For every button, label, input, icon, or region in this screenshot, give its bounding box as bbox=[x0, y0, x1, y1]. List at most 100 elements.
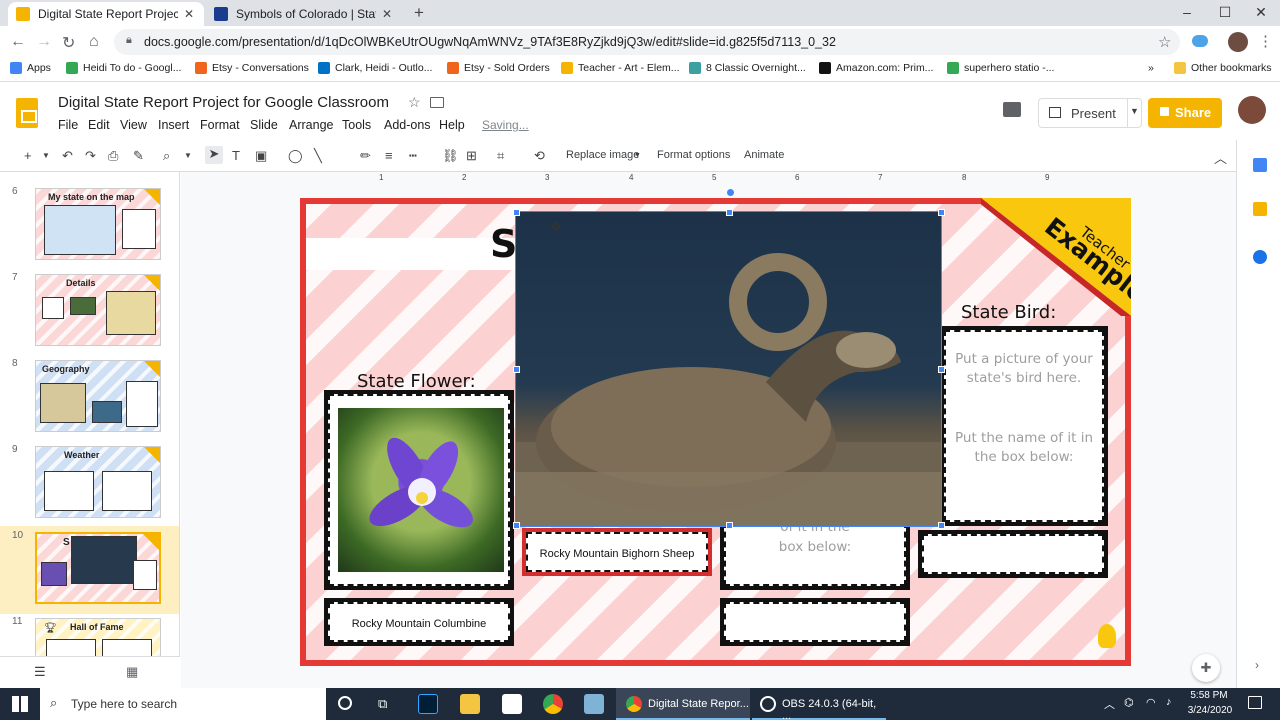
profile-avatar[interactable] bbox=[1228, 32, 1248, 52]
clock-date[interactable]: 3/24/2020 bbox=[1184, 705, 1236, 716]
clock-time[interactable]: 5:58 PM bbox=[1190, 690, 1228, 701]
bookmark-amazon[interactable]: Amazon.com: Prim... bbox=[819, 62, 933, 74]
slide-thumbnail[interactable]: My state on the map bbox=[35, 188, 161, 260]
format-options-button[interactable]: Format options bbox=[657, 149, 730, 161]
notepad-icon[interactable] bbox=[502, 694, 522, 714]
menu-edit[interactable]: Edit bbox=[88, 118, 110, 132]
resize-handle-bottom[interactable] bbox=[726, 522, 733, 529]
shape-icon[interactable]: ◯ bbox=[288, 148, 303, 164]
menu-view[interactable]: View bbox=[120, 118, 147, 132]
taskbar-active-app[interactable]: Digital State Repor... bbox=[616, 688, 750, 720]
undo-icon[interactable]: ↶ bbox=[62, 148, 73, 164]
new-slide-dropdown-icon[interactable]: ▼ bbox=[42, 151, 50, 160]
taskbar-search-box[interactable]: ⌕ Type here to search bbox=[40, 688, 326, 720]
share-button[interactable]: Share bbox=[1148, 98, 1222, 128]
filmstrip-slide-6[interactable]: 6 My state on the map bbox=[0, 182, 179, 270]
document-title[interactable]: Digital State Report Project for Google … bbox=[58, 94, 389, 111]
replace-image-menu[interactable]: Replace image bbox=[566, 149, 639, 161]
new-slide-plus-icon[interactable]: + bbox=[24, 148, 32, 163]
slides-logo-icon[interactable] bbox=[16, 98, 38, 128]
calendar-icon[interactable] bbox=[1253, 158, 1267, 172]
star-icon[interactable]: ☆ bbox=[408, 94, 421, 111]
redo-icon[interactable]: ↷ bbox=[85, 148, 96, 164]
resize-handle-right[interactable] bbox=[938, 366, 945, 373]
menu-slide[interactable]: Slide bbox=[250, 118, 278, 132]
slide-thumbnail[interactable]: Details bbox=[35, 274, 161, 346]
browser-menu-icon[interactable]: ⋮ bbox=[1258, 32, 1273, 50]
slide-thumbnail[interactable]: Hall of Fame 🏆︎ bbox=[35, 618, 161, 656]
insert-image-icon[interactable]: ▣ bbox=[255, 148, 267, 164]
add-comment-icon[interactable]: ⊞ bbox=[466, 148, 477, 164]
filmstrip-slide-8[interactable]: 8 Geography bbox=[0, 354, 179, 442]
state-animal-name[interactable]: Rocky Mountain Bighorn Sheep bbox=[522, 548, 712, 560]
resize-handle-top[interactable] bbox=[726, 209, 733, 216]
home-icon[interactable]: ⌂ bbox=[89, 33, 99, 51]
menu-tools[interactable]: Tools bbox=[342, 118, 371, 132]
bookmark-star-icon[interactable]: ☆ bbox=[1158, 33, 1171, 51]
forward-arrow-icon[interactable]: → bbox=[36, 33, 52, 51]
select-cursor-icon[interactable]: ➤ bbox=[205, 146, 223, 164]
text-box-icon[interactable]: T bbox=[232, 148, 240, 163]
filmstrip-slide-9[interactable]: 9 Weather bbox=[0, 440, 179, 528]
back-arrow-icon[interactable]: ← bbox=[10, 33, 26, 51]
taskbar-obs-app[interactable]: OBS 24.0.3 (64-bit, ... bbox=[752, 688, 886, 722]
present-dropdown-chevron-icon[interactable]: ▼ bbox=[1130, 106, 1139, 116]
border-color-icon[interactable]: ✏ bbox=[360, 148, 371, 164]
volume-icon[interactable]: ♪ bbox=[1166, 696, 1172, 708]
menu-arrange[interactable]: Arrange bbox=[289, 118, 333, 132]
network-icon[interactable]: ⌬ bbox=[1124, 696, 1134, 709]
slide-thumbnail[interactable]: Geography bbox=[35, 360, 161, 432]
chrome-icon[interactable] bbox=[543, 694, 563, 714]
bookmark-heidi-todo[interactable]: Heidi To do - Googl... bbox=[66, 62, 181, 74]
resize-handle-bottom-left[interactable] bbox=[513, 522, 520, 529]
keep-icon[interactable] bbox=[1253, 202, 1267, 216]
menu-file[interactable]: File bbox=[58, 118, 78, 132]
close-tab-icon[interactable]: ✕ bbox=[382, 7, 392, 21]
state-bird-label[interactable]: State Bird: bbox=[961, 302, 1056, 323]
state-flower-name[interactable]: Rocky Mountain Columbine bbox=[324, 618, 514, 630]
bookmarks-overflow-button[interactable]: » bbox=[1148, 62, 1154, 74]
border-dash-icon[interactable]: ┅ bbox=[409, 148, 417, 164]
photoshop-icon[interactable] bbox=[418, 694, 438, 714]
print-icon[interactable]: ⎙ bbox=[108, 148, 118, 164]
bookmark-other[interactable]: Other bookmarks bbox=[1174, 62, 1272, 74]
filmstrip-view-icon[interactable]: ☰ bbox=[34, 664, 46, 680]
collapse-toolbar-icon[interactable]: ︿ bbox=[1214, 148, 1227, 167]
bookmark-etsy-sold-orders[interactable]: Etsy - Sold Orders bbox=[447, 62, 550, 74]
close-tab-icon[interactable]: ✕ bbox=[184, 7, 194, 21]
resize-handle-top-left[interactable] bbox=[513, 209, 520, 216]
resize-handle-top-right[interactable] bbox=[938, 209, 945, 216]
expand-side-panel-icon[interactable]: › bbox=[1255, 658, 1259, 672]
present-button[interactable]: Present ▼ bbox=[1038, 98, 1142, 128]
bighorn-sheep-image[interactable] bbox=[515, 211, 942, 527]
bird-instructions-name[interactable]: Put the name of it in the box below: bbox=[954, 429, 1094, 467]
paint-format-icon[interactable]: ✎ bbox=[133, 148, 144, 164]
zoom-dropdown-icon[interactable]: ▼ bbox=[184, 151, 192, 160]
menu-insert[interactable]: Insert bbox=[158, 118, 189, 132]
resize-handle-left[interactable] bbox=[513, 366, 520, 373]
crop-icon[interactable]: ⌗ bbox=[497, 148, 504, 164]
comments-icon[interactable] bbox=[1003, 102, 1021, 117]
bookmark-teacher-art[interactable]: Teacher - Art - Elem... bbox=[561, 62, 680, 74]
filmstrip-slide-11[interactable]: 11 Hall of Fame 🏆︎ bbox=[0, 612, 179, 656]
grid-view-icon[interactable]: ▦ bbox=[126, 664, 138, 680]
tab-digital-state-report[interactable]: Digital State Report Project for G ✕ bbox=[8, 2, 204, 26]
border-weight-icon[interactable]: ≡ bbox=[385, 148, 393, 163]
app-icon[interactable] bbox=[584, 694, 604, 714]
bookmark-clark-heidi-outlook[interactable]: Clark, Heidi - Outlo... bbox=[318, 62, 432, 74]
replace-image-dropdown-icon[interactable]: ▼ bbox=[634, 152, 641, 159]
slide-thumbnail[interactable]: Weather bbox=[35, 446, 161, 518]
url-text[interactable]: docs.google.com/presentation/d/1qDcOlWBK… bbox=[144, 35, 836, 49]
explore-button-icon[interactable]: ✚ bbox=[1192, 654, 1220, 682]
menu-help[interactable]: Help bbox=[439, 118, 465, 132]
bookmark-apps[interactable]: Apps bbox=[10, 62, 51, 74]
notifications-icon[interactable] bbox=[1248, 696, 1262, 709]
slide-title-partial[interactable]: S bbox=[490, 222, 517, 266]
menu-format[interactable]: Format bbox=[200, 118, 240, 132]
columbine-photo[interactable] bbox=[338, 408, 504, 572]
task-view-icon[interactable]: ⧉ bbox=[378, 696, 387, 712]
bookmark-classic-overnight[interactable]: 8 Classic Overnight... bbox=[689, 62, 806, 74]
bird-instructions-picture[interactable]: Put a picture of your state's bird here. bbox=[954, 350, 1094, 388]
cortana-icon[interactable] bbox=[338, 696, 352, 710]
zoom-icon[interactable]: ⌕ bbox=[163, 148, 170, 164]
